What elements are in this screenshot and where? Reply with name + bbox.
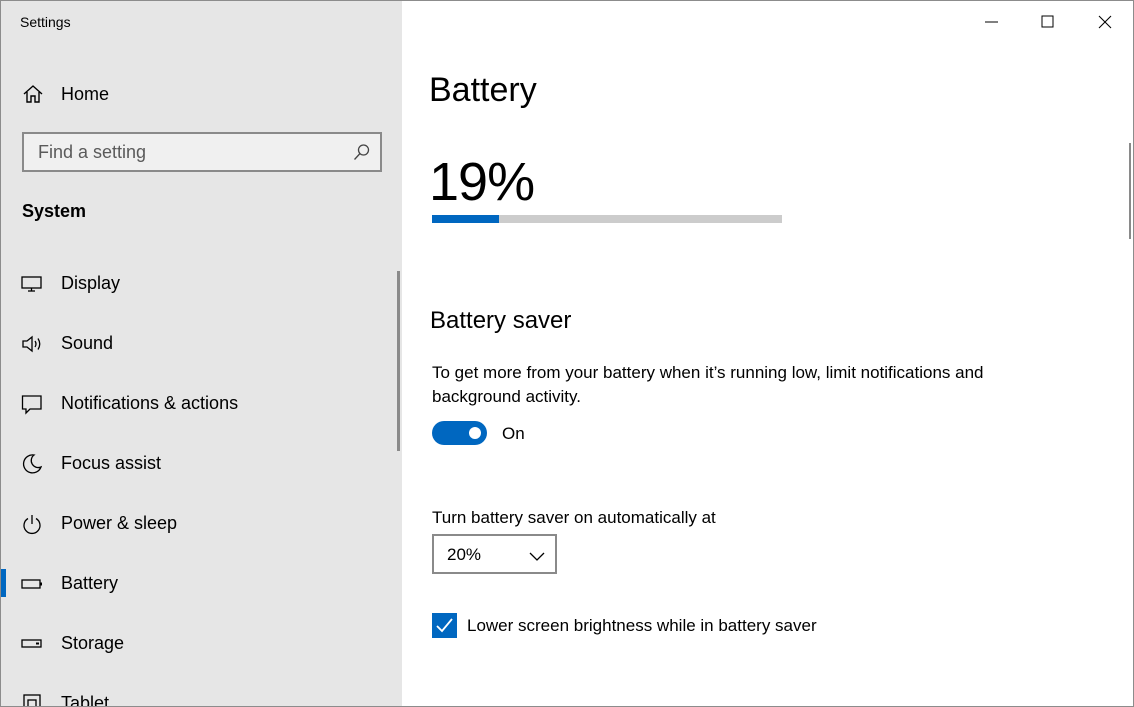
sidebar-scrollbar[interactable] (397, 271, 400, 451)
sidebar-item-label: Sound (61, 333, 114, 353)
sidebar-item-storage[interactable]: Storage (1, 613, 397, 673)
sidebar-item-power-sleep[interactable]: Power & sleep (1, 493, 397, 553)
auto-threshold-label: Turn battery saver on automatically at (432, 508, 716, 527)
settings-window: Settings Home System Display (0, 0, 1134, 707)
section-heading: System (22, 201, 87, 221)
sidebar-item-label: Power & sleep (61, 513, 178, 533)
threshold-dropdown[interactable]: 20% (432, 534, 557, 574)
sidebar-item-tablet[interactable]: Tablet (1, 673, 397, 707)
chevron-down-icon (529, 549, 545, 561)
sidebar-item-sound[interactable]: Sound (1, 313, 397, 373)
sidebar-item-battery[interactable]: Battery (1, 553, 397, 613)
search-icon[interactable] (353, 143, 371, 161)
battery-progress-fill (432, 215, 499, 223)
sidebar-item-label: Home (61, 84, 110, 104)
sidebar-item-label: Focus assist (61, 453, 162, 473)
tablet-icon (21, 693, 43, 706)
storage-icon (21, 633, 43, 655)
sidebar-item-label: Notifications & actions (61, 393, 239, 413)
sidebar: Settings Home System Display (1, 1, 402, 707)
sidebar-item-label: Battery (61, 573, 119, 593)
sidebar-item-label: Tablet (61, 693, 110, 707)
home-icon (22, 84, 44, 104)
checkmark-icon (436, 618, 453, 633)
nav-list: Display Sound Notifications & actions Fo… (1, 253, 397, 707)
battery-saver-heading: Battery saver (430, 307, 572, 334)
main-content: Battery 19% Battery saver To get more fr… (402, 1, 1133, 706)
toggle-knob (469, 427, 481, 439)
app-title: Settings (20, 14, 71, 30)
sidebar-item-home[interactable]: Home (1, 77, 402, 111)
sidebar-item-focus-assist[interactable]: Focus assist (1, 433, 397, 493)
battery-progress-bar (432, 215, 782, 223)
brightness-checkbox[interactable] (432, 613, 457, 638)
content-scrollbar[interactable] (1129, 143, 1131, 239)
sidebar-item-label: Storage (61, 633, 125, 653)
battery-saver-toggle[interactable] (432, 421, 487, 445)
power-icon (21, 513, 43, 535)
page-title: Battery (429, 71, 537, 109)
search-box[interactable] (22, 132, 382, 172)
display-icon (21, 273, 43, 295)
moon-icon (21, 453, 43, 475)
sidebar-item-notifications[interactable]: Notifications & actions (1, 373, 397, 433)
speaker-icon (21, 333, 43, 355)
threshold-value: 20% (447, 545, 482, 564)
notification-icon (21, 393, 43, 415)
toggle-state-label: On (502, 424, 525, 443)
battery-saver-description: To get more from your battery when it’s … (432, 363, 984, 406)
sidebar-item-display[interactable]: Display (1, 253, 397, 313)
brightness-checkbox-label[interactable]: Lower screen brightness while in battery… (467, 616, 817, 636)
sidebar-item-label: Display (61, 273, 121, 293)
search-input[interactable] (24, 134, 344, 170)
battery-icon (21, 573, 43, 595)
battery-percentage: 19% (429, 152, 535, 212)
